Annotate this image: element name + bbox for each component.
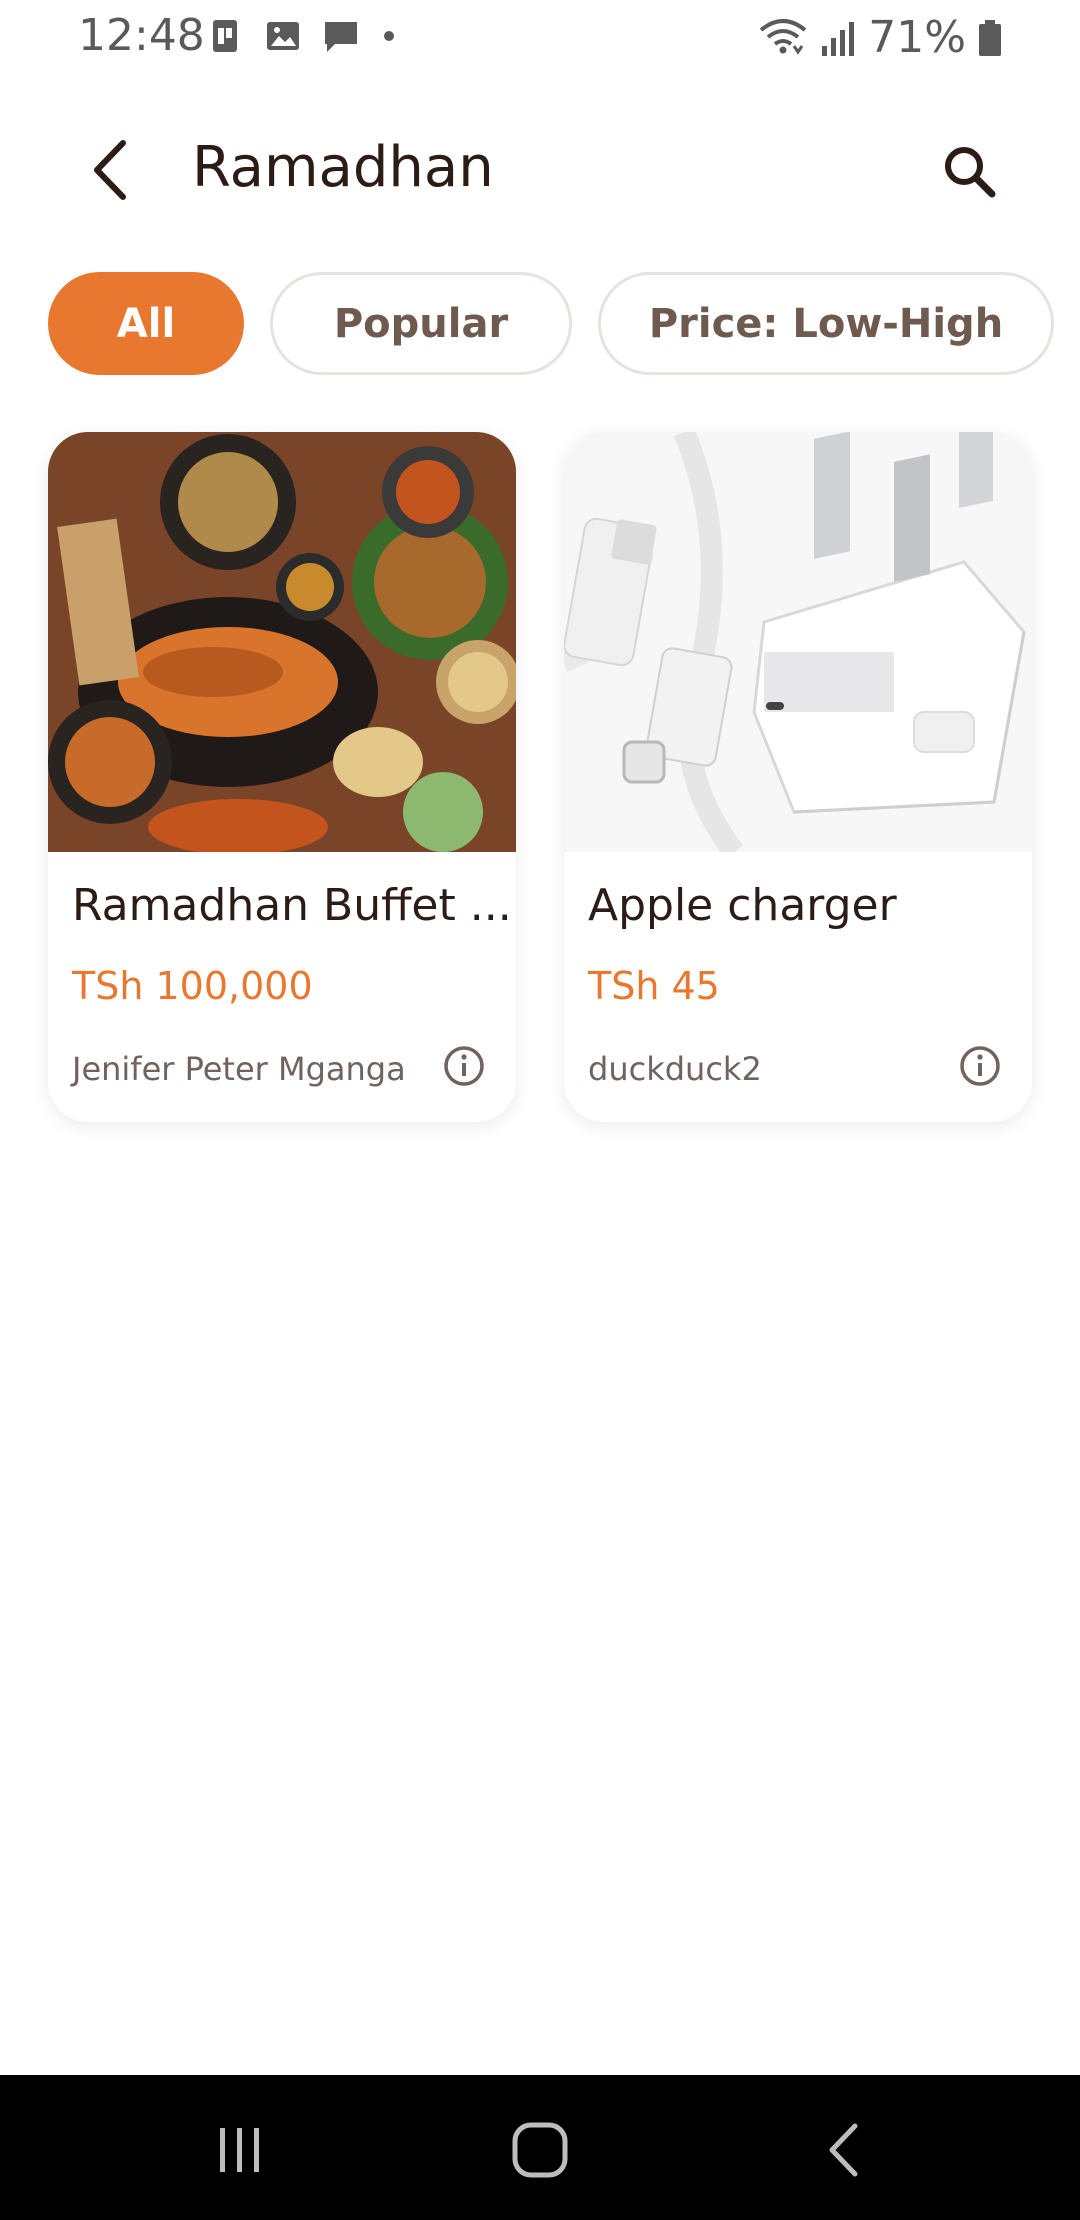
- filter-chips: All Popular Price: Low-High: [48, 272, 1054, 375]
- product-price: TSh 100,000: [72, 964, 313, 1008]
- page-title: Ramadhan: [192, 135, 494, 200]
- product-card[interactable]: Apple charger TSh 45 duckduck2: [564, 432, 1032, 1122]
- home-button[interactable]: [505, 2115, 575, 2185]
- dot-icon: [384, 31, 394, 41]
- system-nav-bar: [0, 2075, 1080, 2220]
- food-buffet-photo: [48, 432, 516, 852]
- search-icon: [945, 147, 996, 198]
- wifi-icon: [759, 18, 807, 55]
- product-title: Ramadhan Buffet ...: [72, 880, 512, 931]
- charger-photo: [564, 432, 1032, 852]
- status-time: 12:48: [78, 10, 205, 61]
- status-system-icons: 71%: [758, 12, 1004, 63]
- recents-icon: [220, 2128, 259, 2172]
- back-button[interactable]: [70, 130, 150, 210]
- signal-icon: [822, 21, 855, 56]
- sim-icon: [213, 20, 237, 52]
- info-icon[interactable]: [958, 1044, 1002, 1088]
- search-button[interactable]: [930, 132, 1010, 212]
- product-title: Apple charger: [588, 880, 897, 931]
- status-bar: 12:48 71%: [0, 0, 1080, 76]
- chip-all[interactable]: All: [48, 272, 244, 375]
- chip-popular[interactable]: Popular: [270, 272, 572, 375]
- home-icon: [512, 2122, 568, 2178]
- battery-percent: 71%: [868, 12, 966, 63]
- app-bar: Ramadhan: [0, 110, 1080, 230]
- info-icon[interactable]: [442, 1044, 486, 1088]
- status-notification-icons: [205, 16, 399, 56]
- product-price: TSh 45: [588, 964, 720, 1008]
- product-seller: Jenifer Peter Mganga: [72, 1050, 406, 1088]
- nav-back-icon: [829, 2123, 858, 2177]
- back-arrow-icon: [94, 140, 126, 200]
- product-card[interactable]: Ramadhan Buffet ... TSh 100,000 Jenifer …: [48, 432, 516, 1122]
- gallery-icon: [267, 22, 299, 50]
- message-icon: [325, 22, 357, 52]
- recents-button[interactable]: [205, 2115, 275, 2185]
- chip-price-low-high[interactable]: Price: Low-High: [598, 272, 1054, 375]
- product-seller: duckduck2: [588, 1050, 762, 1088]
- nav-back-button[interactable]: [810, 2115, 880, 2185]
- screen: 12:48 71% Ramadhan All Popular Price: Lo…: [0, 0, 1080, 2220]
- battery-icon: [979, 19, 1001, 56]
